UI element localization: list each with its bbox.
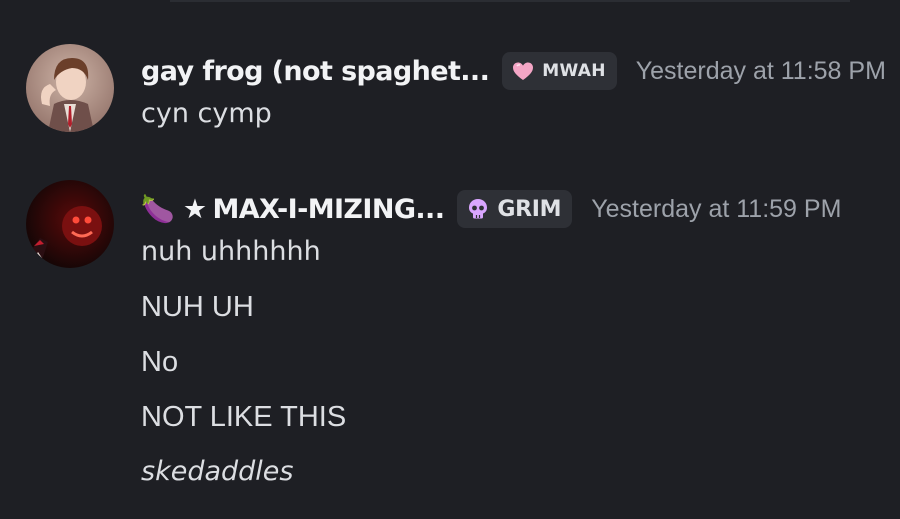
avatar[interactable] [26, 44, 114, 132]
message-text: skedaddles [141, 456, 294, 487]
username[interactable]: 🍆 ★ MAX-I-MIZING... [141, 193, 445, 225]
role-tag[interactable]: MWAH [502, 52, 617, 90]
message-text: No [141, 346, 179, 378]
message-text: NOT LIKE THIS [141, 401, 347, 433]
timestamp[interactable]: Yesterday at 11:59 PM [591, 195, 841, 224]
role-tag-label: MWAH [542, 61, 606, 81]
role-tag-label: GRIM [497, 196, 562, 222]
message-text: NUH UH [141, 291, 254, 323]
top-divider [170, 0, 850, 2]
timestamp[interactable]: Yesterday at 11:58 PM [636, 57, 886, 86]
message-text: cyn cymp [141, 98, 272, 129]
avatar[interactable] [26, 180, 114, 268]
pink-skull-icon [466, 197, 490, 221]
message-text: nuh uhhhhhh [141, 236, 321, 267]
username[interactable]: gay frog (not spaghet... [141, 56, 490, 87]
role-tag[interactable]: GRIM [457, 190, 573, 228]
pink-heart-icon [511, 59, 535, 83]
username-text: MAX-I-MIZING... [212, 194, 445, 225]
eggplant-emoji: 🍆 [141, 194, 175, 225]
star-icon: ★ [182, 194, 207, 225]
